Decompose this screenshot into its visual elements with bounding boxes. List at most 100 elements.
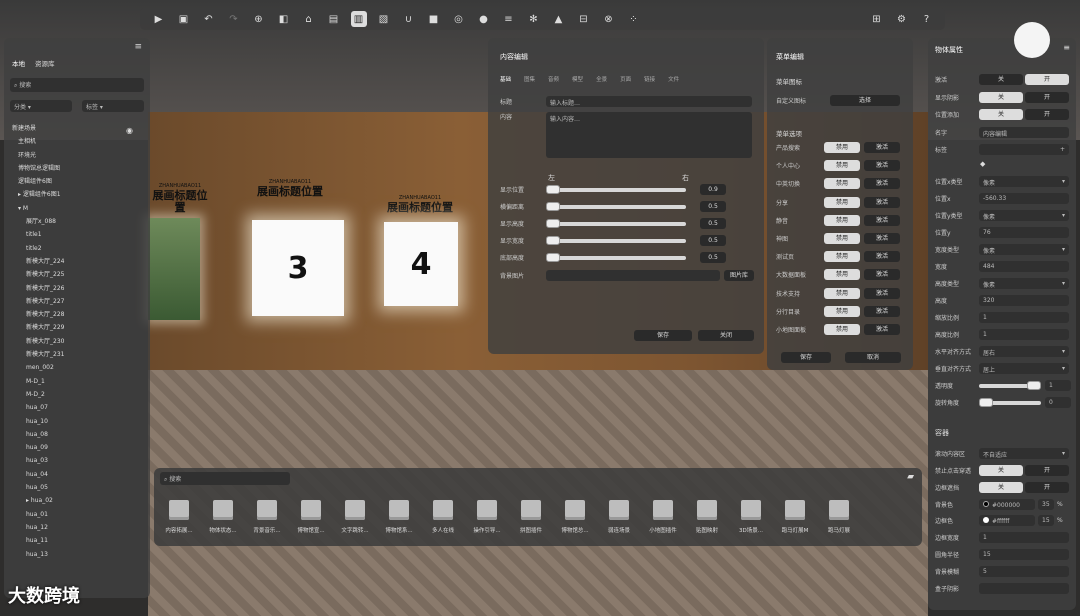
menu-cancel-button[interactable]: 取消 xyxy=(845,352,901,363)
disable-button[interactable]: 禁用 xyxy=(824,251,860,263)
slider-knob[interactable] xyxy=(546,184,560,194)
select-icon-button[interactable]: 选择 xyxy=(830,95,900,106)
asset-item[interactable]: 小地图插件 xyxy=(642,500,684,534)
asset-item[interactable]: 跑马灯展M xyxy=(774,500,816,534)
slider-track[interactable] xyxy=(546,201,686,212)
settings-icon[interactable]: ✻ xyxy=(526,11,542,27)
field-select[interactable]: 居上 ▾ xyxy=(979,363,1069,374)
content-textarea[interactable]: 输入内容… xyxy=(546,112,752,158)
tree-item[interactable]: 新模大厅_227 xyxy=(12,295,142,308)
asset-item[interactable]: 背景音乐... xyxy=(246,500,288,534)
slider-knob[interactable] xyxy=(546,235,560,245)
camera-icon[interactable]: ■ xyxy=(426,11,442,27)
bg-image-input[interactable] xyxy=(546,270,720,281)
box-icon[interactable]: ⊟ xyxy=(576,11,592,27)
disable-button[interactable]: 禁用 xyxy=(824,305,860,317)
undo-icon[interactable]: ↶ xyxy=(201,11,217,27)
field-input[interactable]: 1 xyxy=(979,312,1069,323)
opacity-slider[interactable] xyxy=(979,380,1041,391)
asset-item[interactable]: 拼图插件 xyxy=(510,500,552,534)
tree-item[interactable]: 新模大厅_231 xyxy=(12,348,142,361)
slider-knob[interactable] xyxy=(546,201,560,211)
enable-button[interactable]: 激活 xyxy=(864,142,900,153)
bg-color-swatch[interactable] xyxy=(983,501,989,507)
toggle-off[interactable]: 关 xyxy=(979,74,1023,85)
asset-item[interactable]: 操作引导... xyxy=(466,500,508,534)
tree-item[interactable]: hua_05 xyxy=(12,481,142,494)
slider-track[interactable] xyxy=(546,235,686,246)
redo-icon[interactable]: ↷ xyxy=(226,11,242,27)
disable-button[interactable]: 禁用 xyxy=(824,214,860,226)
tab-7[interactable]: 文件 xyxy=(668,75,679,83)
tree-item[interactable]: hua_01 xyxy=(12,508,142,521)
tree-item[interactable]: 新模大厅_228 xyxy=(12,308,142,321)
tab-5[interactable]: 页面 xyxy=(620,75,631,83)
tree-item[interactable]: 展厅x_088 xyxy=(12,215,142,228)
slider-value[interactable]: 0.5 xyxy=(700,201,726,212)
tree-item[interactable]: 环境光 xyxy=(12,149,142,162)
tab-local[interactable]: 本地 xyxy=(12,58,25,68)
toggle-on[interactable]: 开 xyxy=(1025,74,1069,85)
image-library-button[interactable]: 图片库 xyxy=(724,270,754,281)
tree-item[interactable]: 博物馆总逻辑图 xyxy=(12,162,142,175)
help-icon[interactable]: ? xyxy=(919,11,935,27)
asset-item[interactable]: 文字跳转... xyxy=(334,500,376,534)
tree-item[interactable]: 逻辑组件6图 xyxy=(12,175,142,188)
asset-item[interactable]: 3D场景... xyxy=(730,500,772,534)
tree-item[interactable]: 主相机 xyxy=(12,135,142,148)
toggle-on[interactable]: 开 xyxy=(1025,109,1069,120)
slider-knob[interactable] xyxy=(546,252,560,262)
disable-button[interactable]: 禁用 xyxy=(824,142,860,153)
toggle-on[interactable]: 开 xyxy=(1025,91,1069,103)
border-alpha[interactable]: 15 xyxy=(1038,515,1054,526)
sphere-icon[interactable]: ◎ xyxy=(451,11,467,27)
menu-icon[interactable]: ≡ xyxy=(134,42,142,52)
close-circle-icon[interactable]: ⊗ xyxy=(601,11,617,27)
tab-6[interactable]: 链接 xyxy=(644,75,655,83)
extra-input[interactable]: 5 xyxy=(979,566,1069,577)
enable-button[interactable]: 激活 xyxy=(864,214,900,226)
slider-track[interactable] xyxy=(546,184,686,195)
tree-item[interactable]: 新模大厅_224 xyxy=(12,255,142,268)
slider-value[interactable]: 0.9 xyxy=(700,184,726,195)
toggle-on[interactable]: 开 xyxy=(1025,482,1069,493)
tree-item[interactable]: M-D_1 xyxy=(12,375,142,388)
tree-item[interactable]: hua_10 xyxy=(12,415,142,428)
field-select[interactable]: 居右 ▾ xyxy=(979,346,1069,357)
rotation-value[interactable]: 0 xyxy=(1045,397,1071,408)
slider-value[interactable]: 0.5 xyxy=(700,235,726,246)
tree-item[interactable]: 新建场景 xyxy=(12,122,142,135)
menu-icon[interactable]: ≡ xyxy=(1063,43,1070,52)
book-icon[interactable]: ▥ xyxy=(350,11,367,27)
tree-item[interactable]: 新模大厅_229 xyxy=(12,321,142,334)
extra-input[interactable]: 1 xyxy=(979,532,1069,543)
slider-value[interactable]: 0.5 xyxy=(700,218,726,229)
enable-button[interactable]: 激活 xyxy=(864,251,900,263)
folder-icon[interactable]: ▰ xyxy=(907,472,914,482)
border-color-input[interactable]: #ffffff xyxy=(979,515,1035,526)
field-input[interactable]: 76 xyxy=(979,227,1069,238)
tree-item[interactable]: hua_09 xyxy=(12,441,142,454)
target-icon[interactable]: ⊕ xyxy=(251,11,267,27)
slider-knob[interactable] xyxy=(546,218,560,228)
tree-item[interactable]: M-D_2 xyxy=(12,388,142,401)
gear-icon[interactable]: ⚙ xyxy=(894,11,910,27)
content-close-button[interactable]: 关闭 xyxy=(698,330,754,341)
graduation-icon[interactable]: ▲ xyxy=(551,11,567,27)
asset-item[interactable]: 多人在线 xyxy=(422,500,464,534)
asset-item[interactable]: 博物馆系... xyxy=(378,500,420,534)
tree-item[interactable]: hua_08 xyxy=(12,428,142,441)
tree-item[interactable]: men_002 xyxy=(12,361,142,374)
tree-item[interactable]: ▸ hua_02 xyxy=(12,494,142,507)
tree-item[interactable]: title1 xyxy=(12,228,142,241)
tab-0[interactable]: 基础 xyxy=(500,75,511,83)
tab-4[interactable]: 全景 xyxy=(596,75,607,83)
tab-3[interactable]: 模型 xyxy=(572,75,583,83)
tree-item[interactable]: 新模大厅_230 xyxy=(12,335,142,348)
tree-item[interactable]: title2 xyxy=(12,242,142,255)
tab-library[interactable]: 资源库 xyxy=(35,58,55,68)
disable-button[interactable]: 禁用 xyxy=(824,287,860,299)
enable-button[interactable]: 激活 xyxy=(864,160,900,172)
hierarchy-search-input[interactable]: ⌕ 搜索 xyxy=(10,78,144,92)
slider-value[interactable]: 0.5 xyxy=(700,252,726,263)
